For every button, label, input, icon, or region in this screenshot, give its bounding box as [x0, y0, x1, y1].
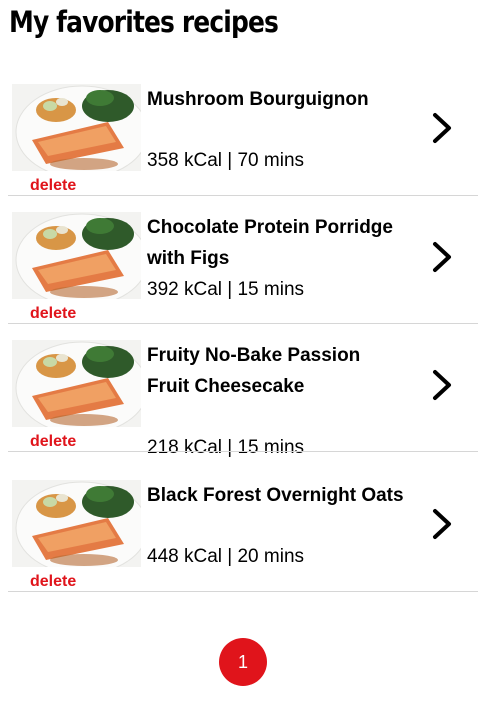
recipe-meta: 218 kCal | 15 mins — [147, 437, 305, 458]
recipe-meta: 358 kCal | 70 mins — [147, 150, 305, 171]
recipe-thumbnail — [12, 480, 141, 567]
recipe-thumbnail — [12, 84, 141, 171]
recipe-meta: 392 kCal | 15 mins — [147, 279, 305, 300]
recipe-title[interactable]: Fruity No-Bake Passion Fruit Cheesecake — [147, 340, 407, 402]
chevron-right-icon[interactable] — [430, 111, 454, 145]
chevron-right-icon[interactable] — [430, 507, 454, 541]
list-item[interactable]: Chocolate Protein Porridge with Figs 392… — [8, 212, 478, 324]
divider — [8, 195, 478, 196]
chevron-right-icon[interactable] — [430, 240, 454, 274]
salmon-plate-image — [15, 85, 141, 171]
delete-button[interactable]: delete — [30, 572, 76, 592]
page-title: My favorites recipes — [9, 5, 279, 39]
recipe-title[interactable]: Mushroom Bourguignon — [147, 84, 407, 115]
recipe-title[interactable]: Black Forest Overnight Oats — [147, 480, 407, 511]
list-item[interactable]: Fruity No-Bake Passion Fruit Cheesecake … — [8, 340, 478, 458]
recipe-meta: 448 kCal | 20 mins — [147, 546, 305, 567]
divider — [8, 451, 478, 452]
delete-button[interactable]: delete — [30, 304, 76, 324]
salmon-plate-image — [15, 341, 141, 427]
pagination-page-button[interactable]: 1 — [219, 638, 267, 686]
recipe-thumbnail — [12, 212, 141, 299]
salmon-plate-image — [15, 481, 141, 567]
recipe-thumbnail — [12, 340, 141, 427]
divider — [8, 323, 478, 324]
delete-button[interactable]: delete — [30, 432, 76, 452]
divider — [8, 591, 478, 592]
chevron-right-icon[interactable] — [430, 368, 454, 402]
delete-button[interactable]: delete — [30, 176, 76, 196]
list-item[interactable]: Mushroom Bourguignon 358 kCal | 70 mins … — [8, 84, 478, 196]
recipe-title[interactable]: Chocolate Protein Porridge with Figs — [147, 212, 407, 274]
list-item[interactable]: Black Forest Overnight Oats 448 kCal | 2… — [8, 480, 478, 592]
salmon-plate-image — [15, 213, 141, 299]
